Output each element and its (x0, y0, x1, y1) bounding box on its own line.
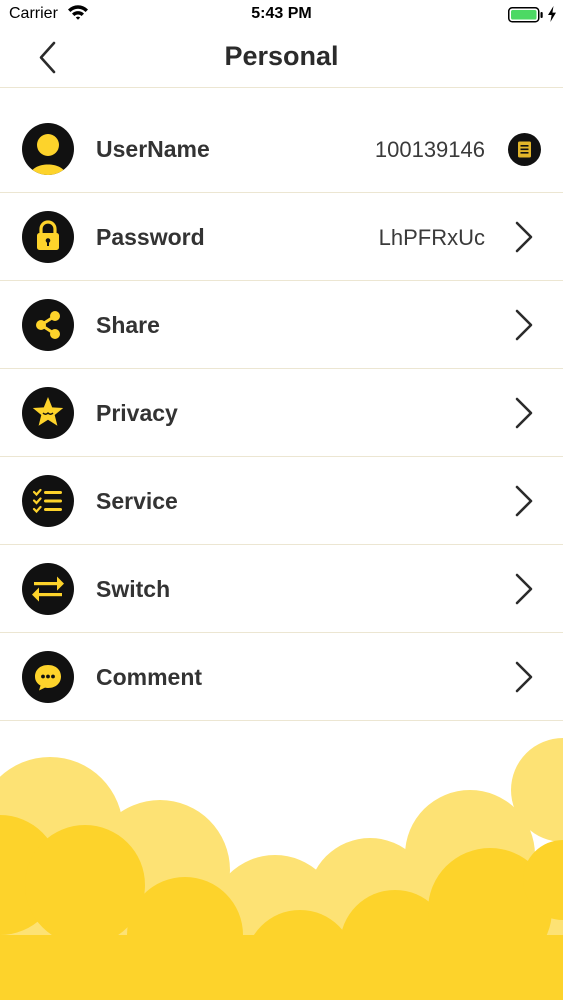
row-username: UserName 100139146 (0, 105, 563, 193)
page-title: Personal (224, 41, 339, 71)
lock-icon (22, 211, 74, 263)
status-bar: Carrier 5:43 PM (0, 0, 563, 30)
chevron-right-icon (515, 485, 533, 517)
battery-icon (508, 7, 544, 28)
chevron-right-icon (515, 573, 533, 605)
cloud-decoration (0, 738, 563, 1000)
row-label: Switch (96, 576, 171, 602)
password-value: LhPFRxUc (378, 225, 485, 250)
row-label: Share (96, 312, 160, 338)
row-switch[interactable]: Switch (0, 545, 563, 633)
row-privacy[interactable]: Privacy (0, 369, 563, 457)
row-label: UserName (96, 136, 210, 162)
user-icon (22, 123, 74, 175)
row-label: Password (96, 224, 205, 250)
row-share[interactable]: Share (0, 281, 563, 369)
settings-list: UserName 100139146 Password LhPFRxUc Sha… (0, 105, 563, 721)
copy-button[interactable] (508, 133, 541, 166)
row-service[interactable]: Service (0, 457, 563, 545)
chat-bubble-icon (22, 651, 74, 703)
checklist-icon (22, 475, 74, 527)
row-comment[interactable]: Comment (0, 633, 563, 721)
username-value: 100139146 (374, 137, 485, 162)
chevron-right-icon (515, 221, 533, 253)
row-label: Privacy (96, 400, 178, 426)
chevron-right-icon (515, 661, 533, 693)
charging-bolt-icon (547, 6, 557, 27)
navigation-bar: Personal (0, 30, 563, 88)
swap-arrows-icon (22, 563, 74, 615)
chevron-right-icon (515, 397, 533, 429)
share-icon (22, 299, 74, 351)
row-password[interactable]: Password LhPFRxUc (0, 193, 563, 281)
row-label: Service (96, 488, 178, 514)
status-time: 5:43 PM (251, 5, 312, 22)
copy-icon (518, 141, 531, 158)
row-label: Comment (96, 664, 203, 690)
chevron-right-icon (515, 309, 533, 341)
star-icon (22, 387, 74, 439)
